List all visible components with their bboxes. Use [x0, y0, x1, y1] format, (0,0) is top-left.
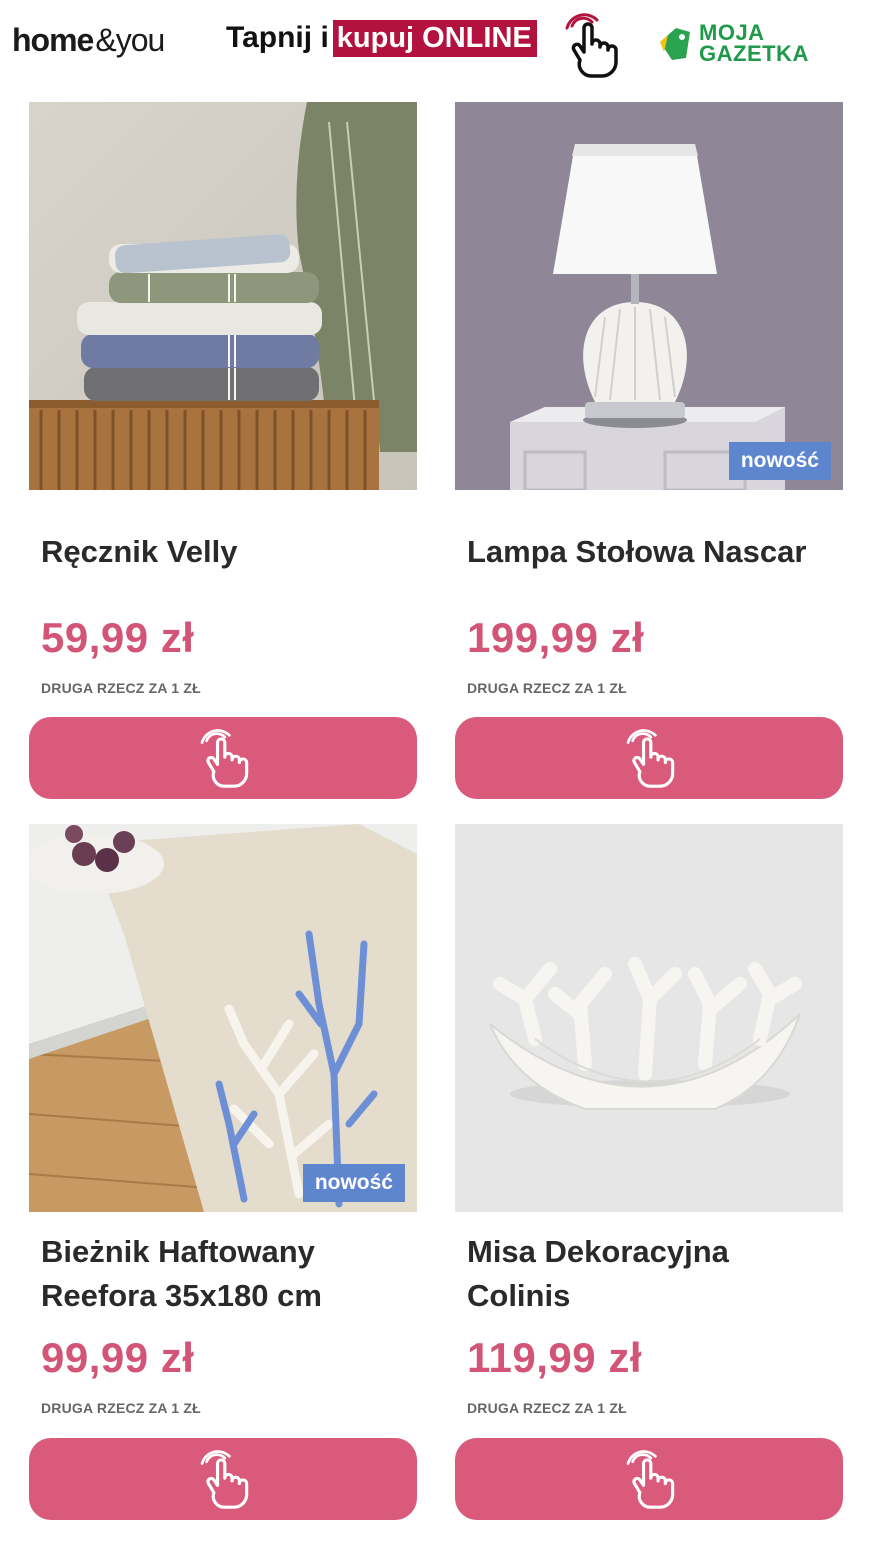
- promo-note: DRUGA RZECZ ZA 1 ZŁ: [41, 680, 201, 696]
- product-title[interactable]: Misa Dekoracyjna Colinis: [467, 1230, 837, 1318]
- product-image-lamp[interactable]: nowość: [455, 102, 843, 490]
- promo-prefix: Tapnij i: [226, 21, 329, 54]
- promo-note: DRUGA RZECZ ZA 1 ZŁ: [467, 1400, 627, 1416]
- header: home&you Tapnij i kupuj ONLINE MOJA GAZE…: [0, 0, 872, 90]
- brand-ampersand: &: [95, 22, 116, 58]
- tag-icon[interactable]: [656, 24, 696, 69]
- product-card[interactable]: Ręcznik Velly 59,99 zł DRUGA RZECZ ZA 1 …: [29, 102, 417, 799]
- brand-word-home: home: [12, 22, 94, 58]
- product-price: 119,99 zł: [467, 1334, 642, 1381]
- new-badge: nowość: [302, 1164, 405, 1202]
- promo-note: DRUGA RZECZ ZA 1 ZŁ: [467, 680, 627, 696]
- product-price: 59,99 zł: [41, 614, 195, 661]
- partner-line-2: GAZETKA: [699, 41, 809, 66]
- buy-button[interactable]: [455, 717, 843, 799]
- hand-tap-icon: [200, 1450, 249, 1509]
- hand-tap-icon: [626, 1450, 675, 1509]
- promo-highlight: kupuj ONLINE: [332, 19, 537, 57]
- promo-note: DRUGA RZECZ ZA 1 ZŁ: [41, 1400, 201, 1416]
- product-title[interactable]: Bieżnik Haftowany Reefora 35x180 cm: [41, 1230, 411, 1318]
- product-card[interactable]: Misa Dekoracyjna Colinis 119,99 zł DRUGA…: [455, 824, 843, 1521]
- product-image-coral-bowl[interactable]: [455, 824, 843, 1212]
- product-price: 199,99 zł: [467, 614, 645, 661]
- moja-gazetka-logo[interactable]: MOJA GAZETKA: [699, 20, 809, 66]
- brand-word-you: you: [115, 22, 166, 58]
- buy-button[interactable]: [29, 717, 417, 799]
- product-title[interactable]: Lampa Stołowa Nascar: [467, 530, 837, 574]
- product-image-table-runner[interactable]: nowość: [29, 824, 417, 1212]
- new-badge: nowość: [728, 442, 831, 480]
- hand-tap-icon: [200, 729, 249, 788]
- product-card[interactable]: nowość Bieżnik Haftowany Reefora 35x180 …: [29, 824, 417, 1521]
- hand-tap-icon: [626, 729, 675, 788]
- product-image-towels[interactable]: [29, 102, 417, 490]
- home-and-you-logo[interactable]: home&you: [12, 22, 166, 59]
- product-title[interactable]: Ręcznik Velly: [41, 530, 411, 574]
- hand-tap-icon[interactable]: [562, 12, 618, 83]
- product-card[interactable]: nowość Lampa Stołowa Nascar 199,99 zł DR…: [455, 102, 843, 799]
- buy-button[interactable]: [455, 1438, 843, 1520]
- promo-banner[interactable]: Tapnij i kupuj ONLINE: [226, 18, 537, 58]
- product-price: 99,99 zł: [41, 1334, 195, 1381]
- buy-button[interactable]: [29, 1438, 417, 1520]
- partner-line-1: MOJA: [699, 20, 765, 45]
